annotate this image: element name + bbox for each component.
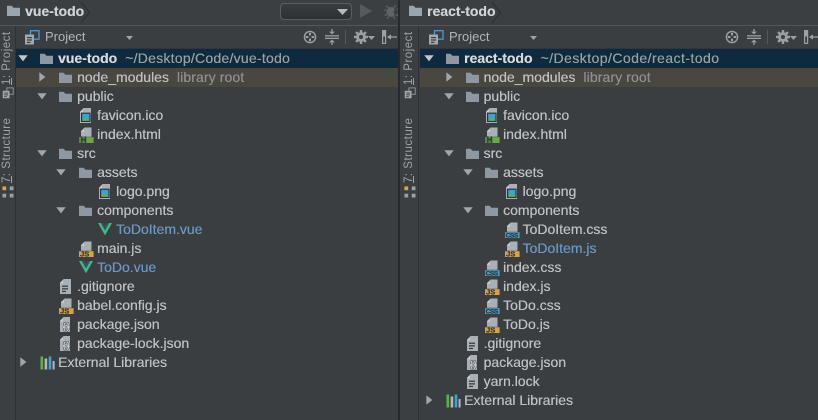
svg-text:CSS: CSS <box>486 270 499 276</box>
svg-text:H: H <box>487 135 493 143</box>
svg-text:JS: JS <box>80 249 89 257</box>
svg-text:JS: JS <box>506 249 515 257</box>
svg-text:JS: JS <box>60 306 69 314</box>
svg-text:JS: JS <box>486 325 495 333</box>
svg-text:CSS: CSS <box>486 308 499 314</box>
svg-text:JS: JS <box>486 287 495 295</box>
svg-text:H: H <box>81 135 87 143</box>
svg-text:CSS: CSS <box>505 232 518 238</box>
